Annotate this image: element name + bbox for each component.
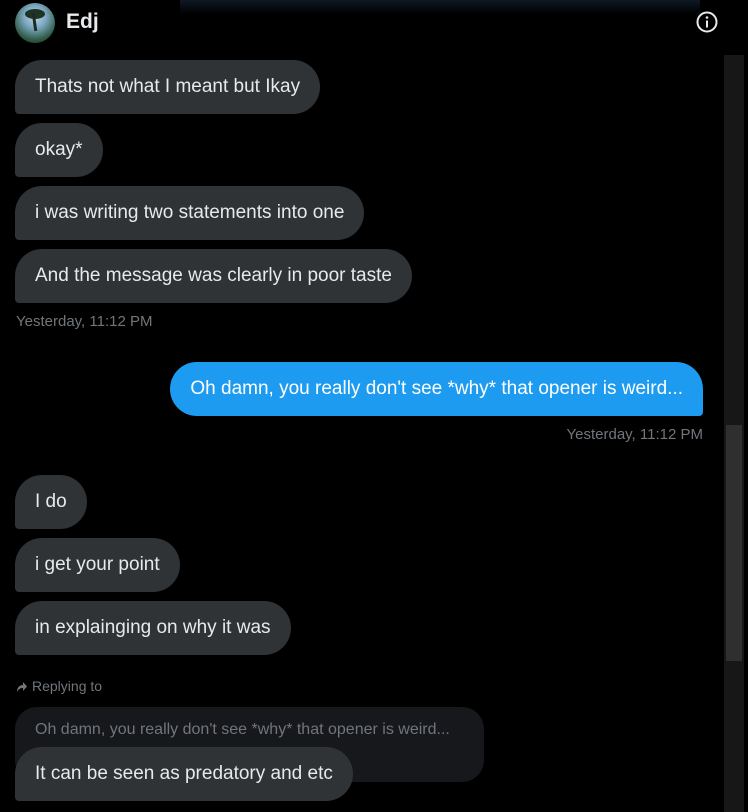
message-bubble-incoming[interactable]: Thats not what I meant but Ikay bbox=[15, 60, 321, 114]
conversation-name[interactable]: Edj bbox=[66, 10, 99, 34]
scrollbar-thumb[interactable] bbox=[726, 425, 742, 661]
reply-arrow-icon bbox=[17, 682, 27, 692]
conversation-header: Edj bbox=[0, 0, 748, 52]
avatar[interactable] bbox=[15, 3, 55, 43]
replying-to-text: Replying to bbox=[32, 678, 103, 694]
message-bubble-incoming[interactable]: I do bbox=[15, 475, 87, 529]
message-bubble-incoming[interactable]: And the message was clearly in poor tast… bbox=[15, 249, 412, 303]
message-bubble-incoming[interactable]: i was writing two statements into one bbox=[15, 186, 365, 240]
message-bubble-incoming[interactable]: It can be seen as predatory and etc bbox=[15, 747, 353, 801]
message-bubble-incoming[interactable]: okay* bbox=[15, 123, 103, 177]
header-glow bbox=[180, 0, 700, 14]
message-timestamp: Yesterday, 11:12 PM bbox=[566, 426, 703, 443]
replying-to-label: Replying to bbox=[16, 678, 102, 694]
message-bubble-incoming[interactable]: in explainging on why it was bbox=[15, 601, 291, 655]
info-icon[interactable] bbox=[696, 11, 718, 33]
scrollbar[interactable] bbox=[724, 55, 744, 812]
message-timestamp: Yesterday, 11:12 PM bbox=[16, 313, 153, 330]
message-bubble-incoming[interactable]: i get your point bbox=[15, 538, 180, 592]
message-bubble-outgoing[interactable]: Oh damn, you really don't see *why* that… bbox=[170, 362, 703, 416]
